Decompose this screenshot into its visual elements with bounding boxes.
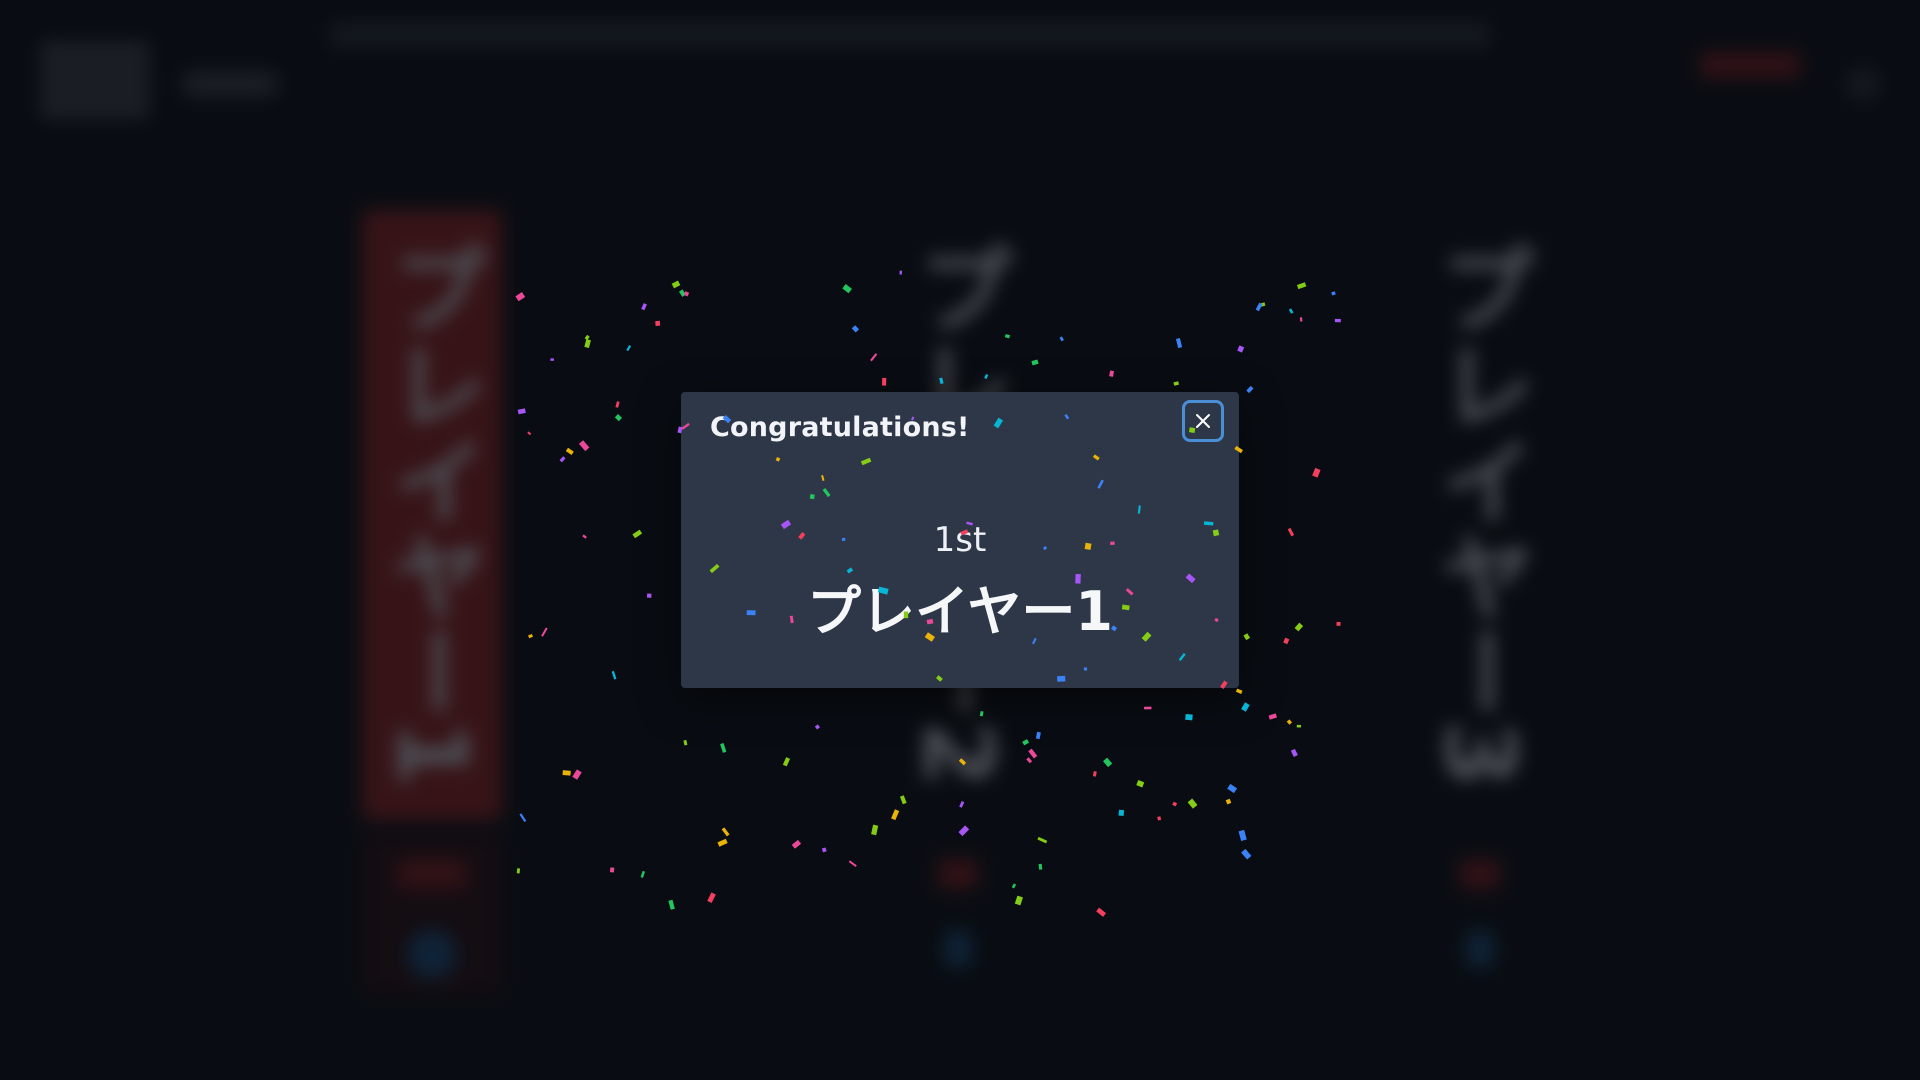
rank-label: 1st xyxy=(933,520,987,560)
app-stage: プレイヤー1 プレイヤー2 プレイヤー3 xyxy=(0,0,1920,1080)
dialog-title: Congratulations! xyxy=(710,412,970,443)
winner-name: プレイヤー1 xyxy=(807,580,1113,643)
congratulations-dialog: Congratulations! 1st プレイヤー1 xyxy=(681,392,1239,688)
close-icon xyxy=(1196,414,1210,428)
close-button[interactable] xyxy=(1182,400,1224,442)
